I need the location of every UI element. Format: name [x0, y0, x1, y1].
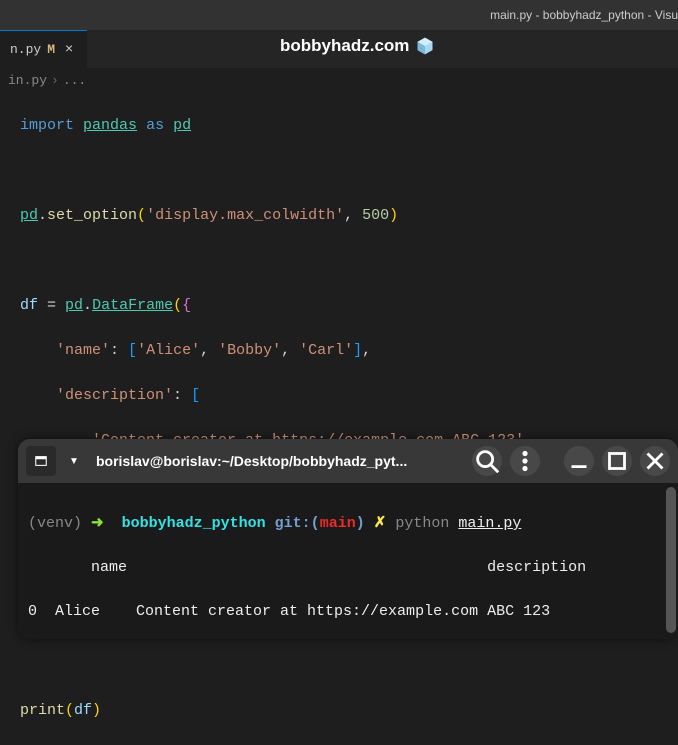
maximize-button[interactable] — [602, 446, 632, 476]
breadcrumb[interactable]: in.py › ... — [0, 68, 678, 92]
code-line — [20, 160, 678, 183]
terminal-line: 0 Alice Content creator at https://examp… — [28, 601, 668, 623]
minimize-button[interactable] — [564, 446, 594, 476]
terminal-panel: ▼ borislav@borislav:~/Desktop/bobbyhadz_… — [18, 439, 678, 639]
breadcrumb-dots: ... — [63, 73, 86, 88]
overlay-text: bobbyhadz.com — [280, 36, 409, 56]
scrollbar[interactable] — [666, 487, 676, 633]
terminal-line: name description — [28, 557, 668, 579]
code-line: 'name': ['Alice', 'Bobby', 'Carl'], — [20, 340, 678, 363]
breadcrumb-file: in.py — [8, 73, 47, 88]
code-line — [20, 250, 678, 273]
site-overlay-badge: bobbyhadz.com — [280, 36, 435, 56]
tab-filename: n.py — [10, 42, 41, 57]
file-tab[interactable]: n.py M × — [0, 30, 87, 68]
terminal-body[interactable]: (venv) ➜ bobbyhadz_python git:(main) ✗ p… — [18, 483, 678, 639]
title-bar: main.py - bobbyhadz_python - Visu — [0, 0, 678, 30]
code-line: print(df) — [20, 700, 678, 723]
terminal-title: borislav@borislav:~/Desktop/bobbyhadz_py… — [92, 453, 464, 469]
close-icon[interactable]: × — [61, 42, 77, 58]
cube-icon — [415, 36, 435, 56]
tab-modified-indicator: M — [47, 42, 55, 57]
menu-icon[interactable] — [510, 446, 540, 476]
code-editor[interactable]: import pandas as pd pd.set_option('displ… — [0, 92, 678, 745]
chevron-right-icon: › — [51, 73, 59, 88]
search-icon[interactable] — [472, 446, 502, 476]
terminal-header: ▼ borislav@borislav:~/Desktop/bobbyhadz_… — [18, 439, 678, 483]
code-line: df = pd.DataFrame({ — [20, 295, 678, 318]
code-line: import pandas as pd — [20, 115, 678, 138]
code-line: pd.set_option('display.max_colwidth', 50… — [20, 205, 678, 228]
terminal-dropdown-button[interactable]: ▼ — [64, 446, 84, 476]
code-line — [20, 655, 678, 678]
tab-bar: n.py M × bobbyhadz.com — [0, 30, 678, 68]
terminal-new-tab-button[interactable] — [26, 446, 56, 476]
terminal-line: (venv) ➜ bobbyhadz_python git:(main) ✗ p… — [28, 513, 668, 535]
close-button[interactable] — [640, 446, 670, 476]
window-title: main.py - bobbyhadz_python - Visu — [490, 8, 678, 22]
code-line: 'description': [ — [20, 385, 678, 408]
